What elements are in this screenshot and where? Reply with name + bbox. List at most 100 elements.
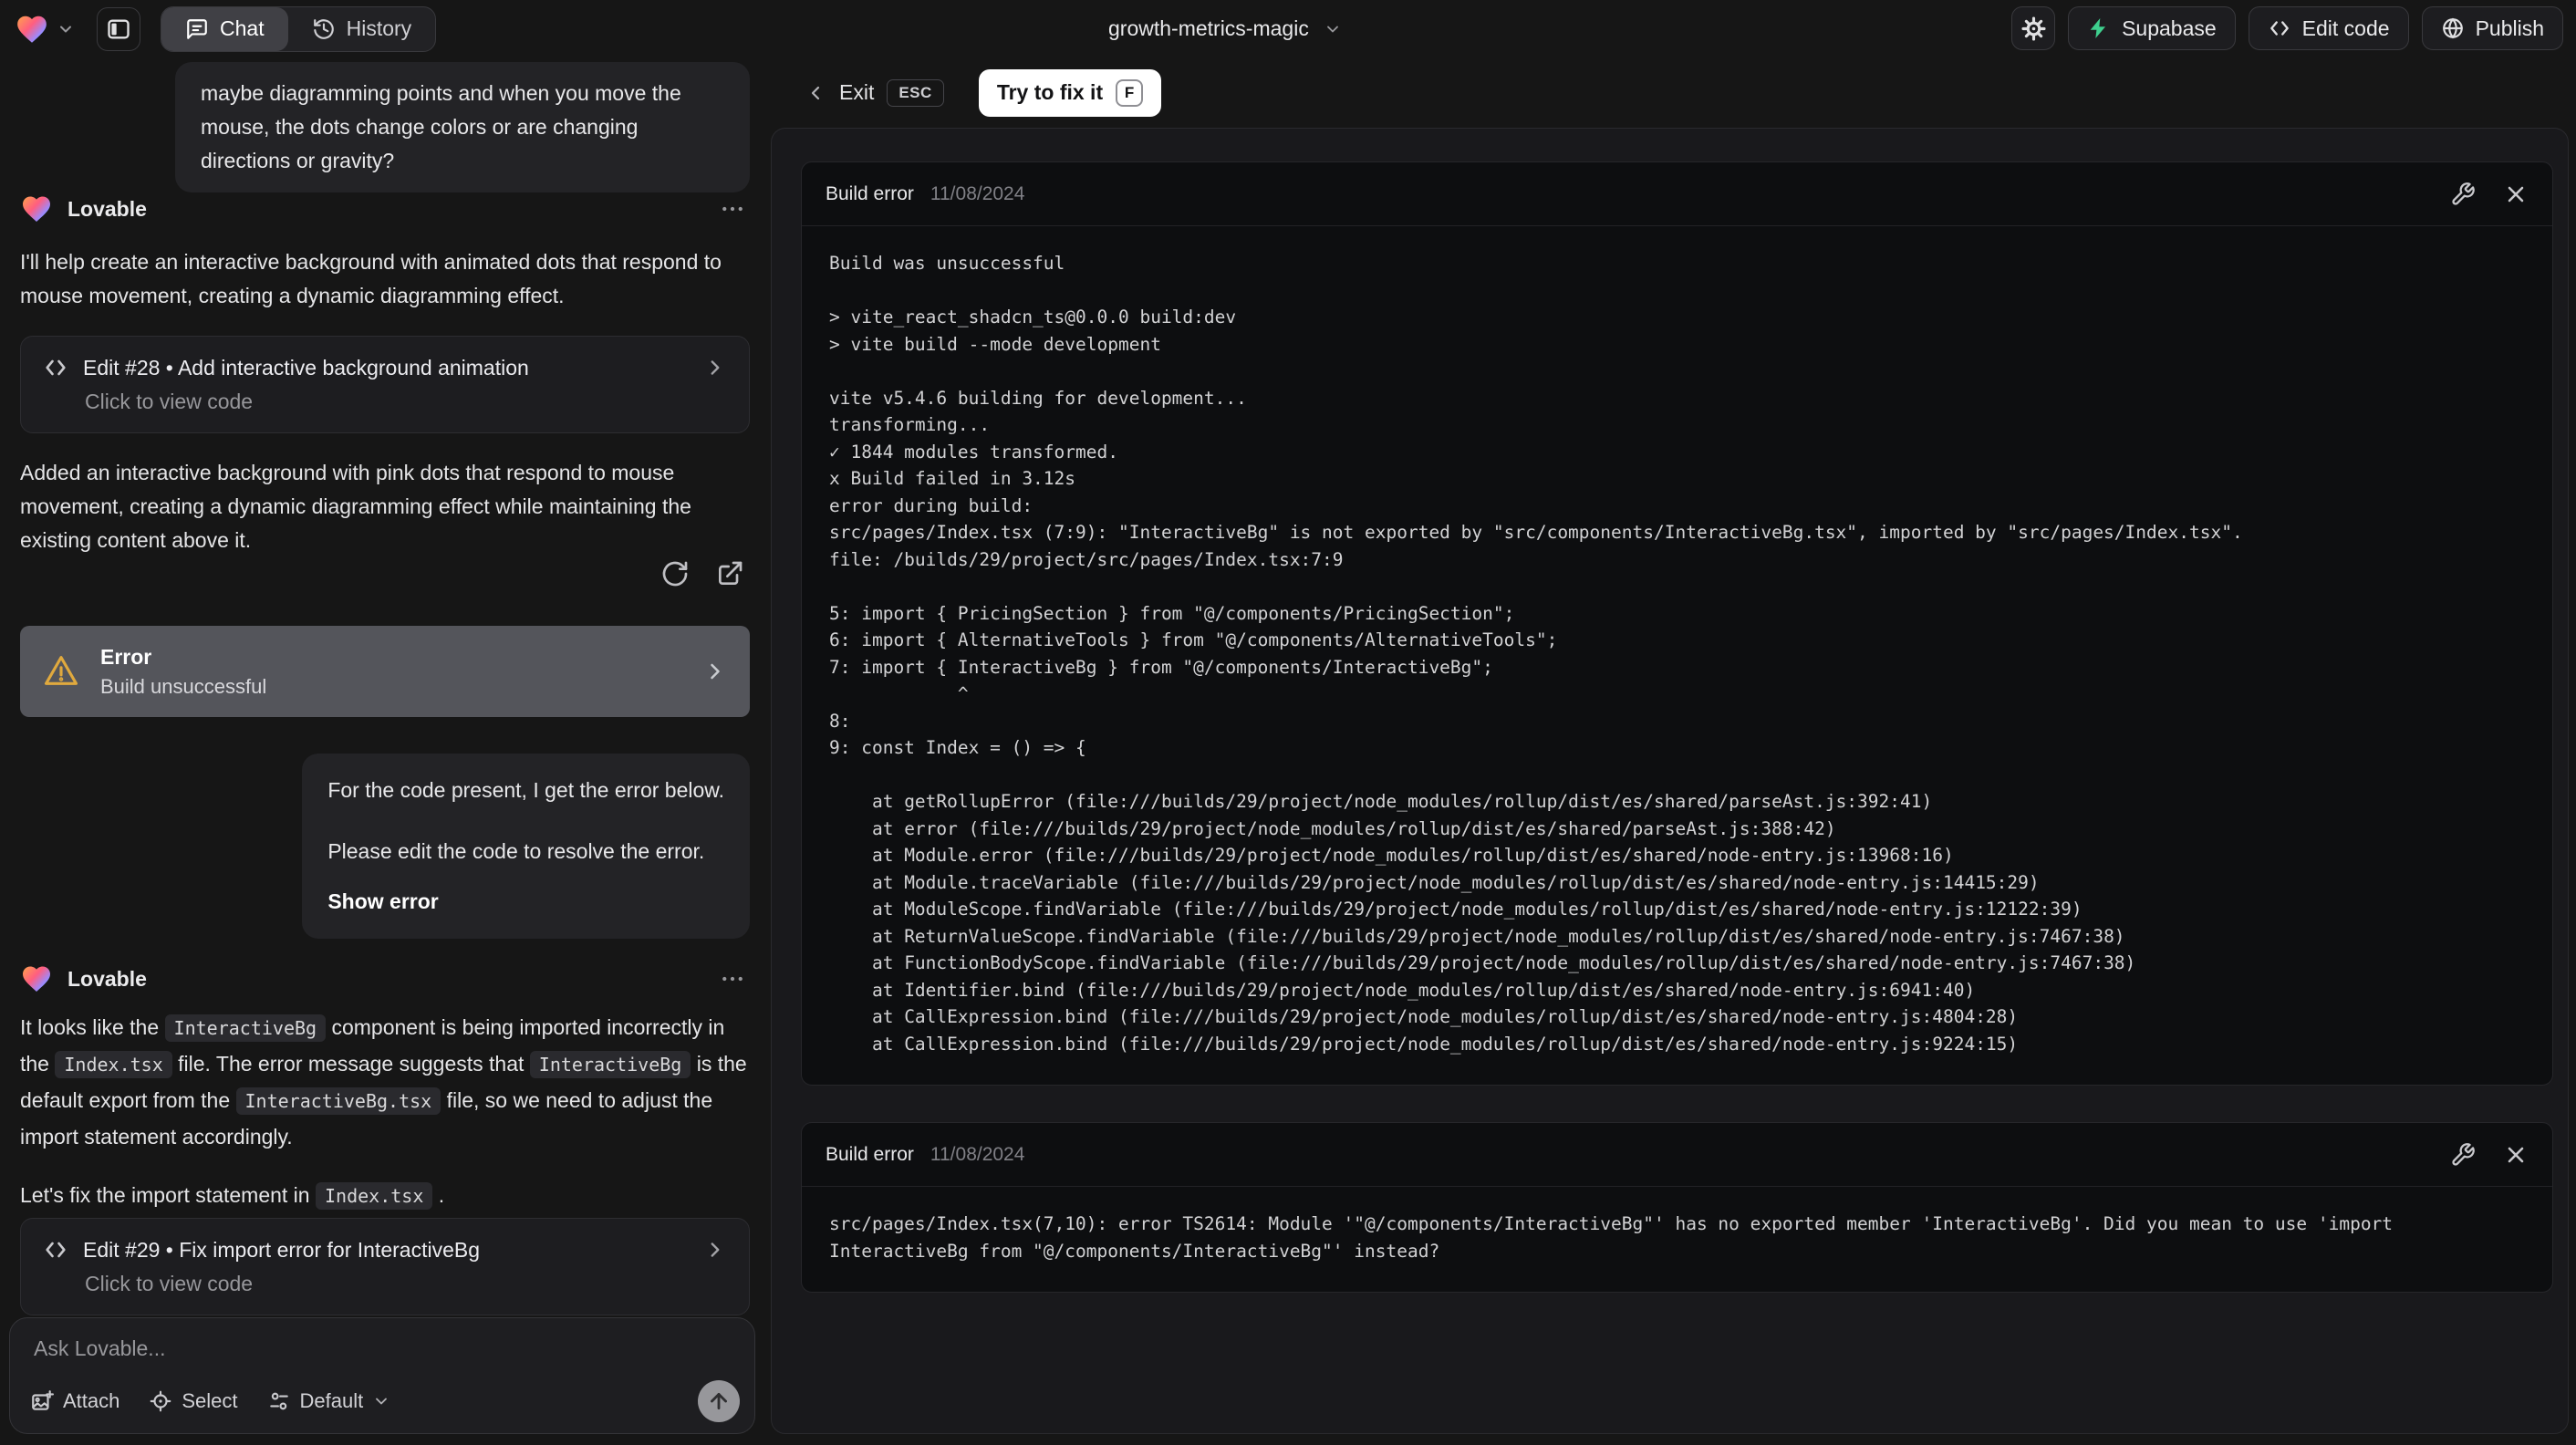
tab-chat-label: Chat <box>220 16 265 40</box>
inline-code: InteractiveBg <box>529 1051 691 1078</box>
tab-history-label: History <box>346 16 412 40</box>
mode-label: Default <box>299 1389 364 1412</box>
user-error-message: For the code present, I get the error be… <box>302 754 750 939</box>
chat-input-toolbar: Attach Select Default <box>30 1380 740 1422</box>
supabase-label: Supabase <box>2122 16 2217 40</box>
build-error-card-2: Build error 11/08/2024 src/pages/Index.t… <box>801 1122 2553 1293</box>
supabase-button[interactable]: Supabase <box>2068 6 2236 50</box>
build-error-body: Build was unsuccessful > vite_react_shad… <box>802 226 2552 1085</box>
history-icon <box>312 17 336 41</box>
toggle-sidebar-button[interactable] <box>97 6 140 51</box>
mode-selector[interactable]: Default <box>267 1389 391 1413</box>
exit-button[interactable]: Exit ESC <box>805 78 944 107</box>
gear-icon <box>2021 16 2046 41</box>
assistant-name: Lovable <box>68 196 147 221</box>
build-error-header: Build error 11/08/2024 <box>802 1123 2552 1187</box>
project-switcher[interactable]: growth-metrics-magic <box>1108 0 1342 57</box>
edit-28-title: Edit #28 • Add interactive background an… <box>83 355 529 379</box>
build-error-log: Build was unsuccessful > vite_react_shad… <box>829 253 2243 1055</box>
edit-28-card[interactable]: Edit #28 • Add interactive background an… <box>20 336 750 433</box>
chevron-right-icon <box>702 659 728 684</box>
more-menu-icon[interactable] <box>719 195 746 223</box>
code-brackets-icon <box>43 355 68 380</box>
inline-code: Index.tsx <box>55 1051 172 1078</box>
user-message-text: maybe diagramming points and when you mo… <box>201 81 681 172</box>
publish-label: Publish <box>2475 16 2544 40</box>
chevron-right-icon <box>703 1238 727 1262</box>
user-error-line2: Please edit the code to resolve the erro… <box>327 839 705 863</box>
assistant-fix-text-2: Let's fix the import statement in Index.… <box>20 1178 748 1214</box>
message-actions <box>660 559 744 588</box>
edit-code-button[interactable]: Edit code <box>2248 6 2409 50</box>
topbar: Chat History growth-metrics-magic Supaba… <box>0 0 2576 57</box>
assistant-summary-text: Added an interactive background with pin… <box>20 461 691 552</box>
build-error-header: Build error 11/08/2024 <box>802 162 2552 226</box>
chat-bubble-icon <box>185 17 209 41</box>
code-brackets-icon <box>2268 16 2291 40</box>
wrench-icon[interactable] <box>2450 182 2476 207</box>
image-plus-icon <box>30 1389 54 1413</box>
chevron-down-icon <box>57 20 75 38</box>
edit-code-label: Edit code <box>2301 16 2390 40</box>
try-to-fix-button[interactable]: Try to fix it F <box>978 68 1162 117</box>
attach-label: Attach <box>63 1389 120 1412</box>
target-icon <box>149 1389 172 1413</box>
inline-code: InteractiveBg.tsx <box>235 1087 441 1115</box>
build-error-body: src/pages/Index.tsx(7,10): error TS2614:… <box>802 1187 2552 1292</box>
assistant-header: Lovable <box>20 192 746 225</box>
code-brackets-icon <box>43 1237 68 1263</box>
edit-28-subtitle: Click to view code <box>85 390 254 413</box>
wrench-icon[interactable] <box>2450 1142 2476 1168</box>
exit-label: Exit <box>839 80 875 104</box>
inline-code: Index.tsx <box>315 1182 433 1210</box>
edit-29-title: Edit #29 • Fix import error for Interact… <box>83 1237 480 1262</box>
assistant-name: Lovable <box>68 966 147 991</box>
tab-history[interactable]: History <box>288 7 436 51</box>
send-button[interactable] <box>698 1380 740 1422</box>
publish-button[interactable]: Publish <box>2421 6 2563 50</box>
settings-button[interactable] <box>2011 6 2056 50</box>
chat-history-tabs: Chat History <box>161 5 437 52</box>
build-error-card-1: Build error 11/08/2024 Build was unsucce… <box>801 161 2553 1086</box>
error-banner[interactable]: Error Build unsuccessful <box>20 626 750 717</box>
chat-input[interactable] <box>34 1336 731 1377</box>
chevron-left-icon <box>805 82 826 104</box>
chevron-down-icon <box>372 1392 390 1410</box>
more-menu-icon[interactable] <box>719 965 746 993</box>
close-icon[interactable] <box>2503 182 2529 207</box>
chevron-right-icon <box>703 356 727 379</box>
inline-code: InteractiveBg <box>164 1014 327 1042</box>
globe-icon <box>2441 16 2465 40</box>
attach-button[interactable]: Attach <box>30 1389 119 1413</box>
panel-left-icon <box>106 16 131 42</box>
select-element-button[interactable]: Select <box>149 1389 238 1413</box>
preview-topbar: Exit ESC Try to fix it F <box>766 57 2576 128</box>
build-error-title: Build error <box>826 182 914 204</box>
edit-29-subtitle: Click to view code <box>85 1272 254 1295</box>
close-icon[interactable] <box>2503 1142 2529 1168</box>
error-banner-subtitle: Build unsuccessful <box>100 674 267 698</box>
assistant-fix-text: It looks like the InteractiveBg componen… <box>20 1014 747 1149</box>
arrow-up-icon <box>707 1389 731 1413</box>
chat-input-box: Attach Select Default <box>9 1317 755 1434</box>
topbar-actions: Supabase Edit code Publish <box>2011 6 2563 50</box>
lovable-heart-icon <box>20 192 53 225</box>
show-error-link[interactable]: Show error <box>327 885 724 919</box>
error-banner-title: Error <box>100 644 152 669</box>
tab-chat[interactable]: Chat <box>161 6 288 51</box>
build-error-title: Build error <box>826 1143 914 1165</box>
preview-panel: Exit ESC Try to fix it F Build error 11/… <box>766 57 2576 1445</box>
select-label: Select <box>182 1389 238 1412</box>
warning-triangle-icon <box>42 652 80 691</box>
user-error-line1: For the code present, I get the error be… <box>327 778 724 802</box>
supabase-bolt-icon <box>2087 16 2111 40</box>
lovable-logo-menu[interactable] <box>15 12 75 47</box>
lovable-heart-icon <box>20 962 53 995</box>
user-message: maybe diagramming points and when you mo… <box>175 62 750 192</box>
edit-29-card[interactable]: Edit #29 • Fix import error for Interact… <box>20 1218 750 1315</box>
restore-icon[interactable] <box>660 559 690 588</box>
project-title: growth-metrics-magic <box>1108 16 1309 40</box>
build-error-log: src/pages/Index.tsx(7,10): error TS2614:… <box>829 1213 2394 1262</box>
try-to-fix-label: Try to fix it <box>996 80 1104 104</box>
open-external-icon[interactable] <box>715 559 744 588</box>
